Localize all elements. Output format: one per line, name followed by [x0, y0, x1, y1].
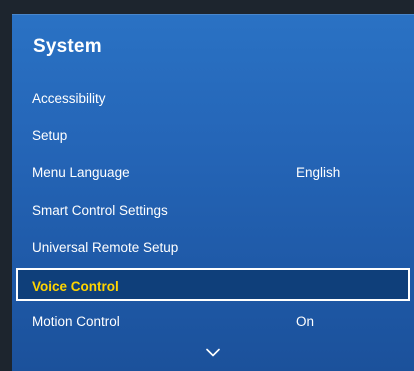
menu-item-menu-language[interactable]: Menu Language English — [12, 154, 414, 191]
menu-item-label: Voice Control — [32, 278, 119, 294]
menu-item-label: Menu Language — [32, 165, 130, 181]
system-menu-list: Accessibility Setup Menu Language Englis… — [12, 80, 414, 340]
menu-item-smart-control-settings[interactable]: Smart Control Settings — [12, 192, 414, 229]
menu-item-label: Motion Control — [32, 313, 120, 329]
scroll-down-button[interactable] — [12, 344, 414, 360]
panel-title: System — [33, 36, 102, 57]
menu-item-label: Universal Remote Setup — [32, 239, 179, 255]
menu-item-label: Setup — [32, 128, 68, 144]
menu-item-accessibility[interactable]: Accessibility — [12, 80, 414, 117]
menu-item-label: Smart Control Settings — [32, 202, 168, 218]
menu-item-label: Accessibility — [32, 91, 106, 106]
system-menu-panel: System Accessibility Setup Menu Language… — [12, 14, 414, 371]
menu-item-universal-remote-setup[interactable]: Universal Remote Setup — [12, 229, 414, 266]
menu-item-voice-control[interactable]: Voice Control — [16, 267, 410, 301]
menu-item-value: On — [296, 313, 315, 329]
tv-screen: System Accessibility Setup Menu Language… — [0, 0, 414, 371]
menu-item-motion-control[interactable]: Motion Control On — [12, 303, 414, 340]
menu-item-value: English — [296, 165, 341, 181]
menu-item-setup[interactable]: Setup — [12, 117, 414, 154]
chevron-down-icon — [206, 348, 220, 356]
